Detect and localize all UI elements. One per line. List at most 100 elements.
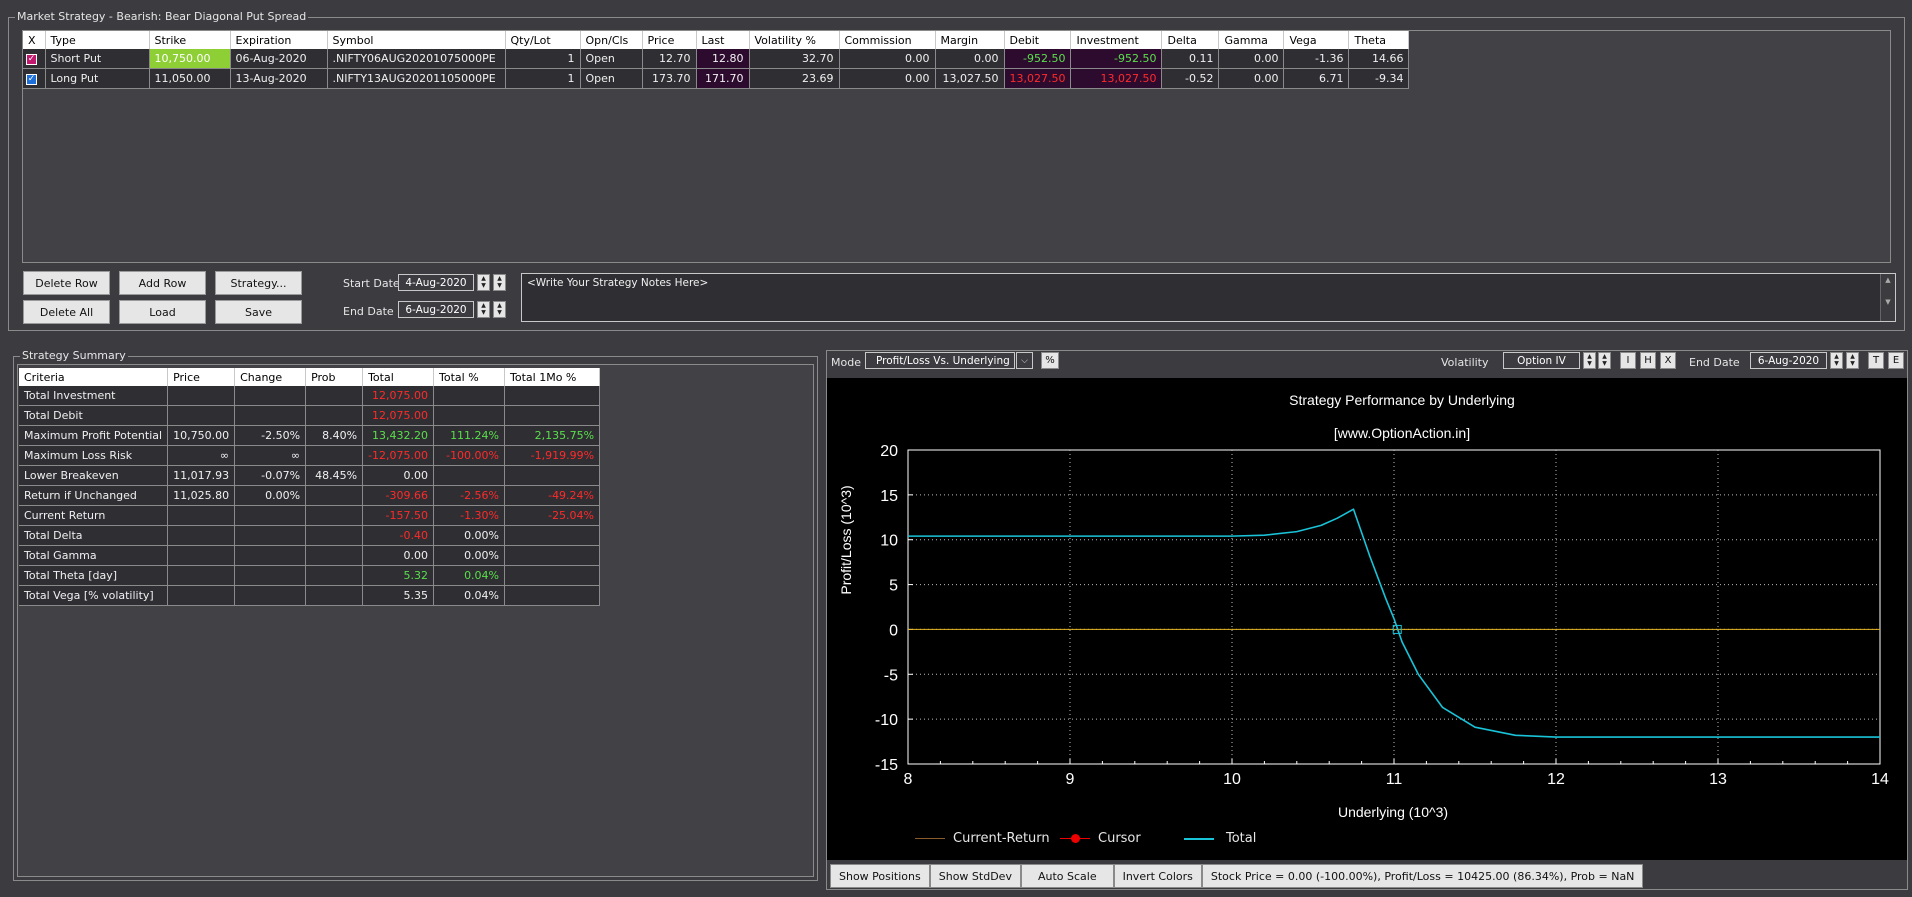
legs-cell[interactable]: 12.70 bbox=[642, 49, 697, 69]
legs-cell[interactable]: -952.50 bbox=[1004, 49, 1072, 69]
legs-col-header[interactable]: Delta bbox=[1161, 31, 1220, 49]
chart-end-date-field[interactable]: 6-Aug-2020 bbox=[1750, 352, 1827, 369]
legs-cell[interactable]: 13,027.50 bbox=[1004, 68, 1072, 89]
show-stddev-button[interactable]: Show StdDev bbox=[929, 864, 1021, 888]
legs-cell[interactable]: -1.36 bbox=[1283, 49, 1350, 69]
legs-cell[interactable]: 0.00 bbox=[935, 49, 1005, 69]
legs-cell[interactable]: 14.66 bbox=[1348, 49, 1410, 69]
add-row-button[interactable]: Add Row bbox=[119, 271, 206, 295]
start-date-field[interactable]: 4-Aug-2020 bbox=[398, 274, 474, 291]
legs-col-header[interactable]: Strike bbox=[149, 31, 231, 49]
legs-col-header[interactable]: Price bbox=[642, 31, 697, 49]
summary-col-header[interactable]: Prob bbox=[305, 368, 364, 386]
legs-col-header[interactable]: Margin bbox=[935, 31, 1005, 49]
legs-cell[interactable]: Short Put bbox=[45, 49, 150, 69]
leg-select-checkbox[interactable]: ✓ bbox=[23, 49, 46, 69]
legs-cell[interactable]: 1 bbox=[505, 68, 581, 89]
legs-col-header[interactable]: Opn/Cls bbox=[580, 31, 643, 49]
legs-cell[interactable]: -9.34 bbox=[1348, 68, 1410, 89]
volatility-i-button[interactable]: I bbox=[1620, 352, 1636, 369]
invert-colors-button[interactable]: Invert Colors bbox=[1113, 864, 1202, 888]
leg-select-checkbox[interactable]: ✓ bbox=[23, 68, 46, 89]
notes-scrollbar[interactable]: ▲ ▼ bbox=[1880, 274, 1895, 321]
legs-col-header[interactable]: Gamma bbox=[1218, 31, 1285, 49]
summary-col-header[interactable]: Total % bbox=[433, 368, 506, 386]
legs-col-header[interactable]: Debit bbox=[1004, 31, 1072, 49]
legs-cell[interactable]: Long Put bbox=[45, 68, 150, 89]
legs-cell[interactable]: 0.00 bbox=[839, 49, 936, 69]
summary-col-header[interactable]: Total bbox=[362, 368, 435, 386]
strategy-notes[interactable]: <Write Your Strategy Notes Here> ▲ ▼ bbox=[521, 273, 1896, 322]
volatility-h-button[interactable]: H bbox=[1640, 352, 1656, 369]
legs-cell[interactable]: -0.52 bbox=[1161, 68, 1220, 89]
legs-cell[interactable]: 23.69 bbox=[749, 68, 840, 89]
legs-col-header[interactable]: Vega bbox=[1283, 31, 1350, 49]
summary-col-header[interactable]: Criteria bbox=[19, 368, 169, 386]
summary-col-header[interactable]: Price bbox=[167, 368, 236, 386]
legs-cell[interactable]: 13-Aug-2020 bbox=[230, 68, 328, 89]
legs-cell[interactable]: 171.70 bbox=[696, 68, 750, 89]
legs-cell[interactable]: -952.50 bbox=[1070, 49, 1163, 69]
legs-row[interactable]: ✓ Short Put 10,750.00 06-Aug-2020 .NIFTY06AU… bbox=[23, 49, 1410, 69]
legs-cell[interactable]: 0.11 bbox=[1161, 49, 1220, 69]
show-positions-button[interactable]: Show Positions bbox=[830, 864, 930, 888]
legs-col-header[interactable]: Expiration bbox=[230, 31, 328, 49]
end-date-spinner[interactable]: ▲ ▼ bbox=[477, 301, 490, 318]
start-date-spinner[interactable]: ▲ ▼ bbox=[477, 274, 490, 291]
legs-col-header[interactable]: Qty/Lot bbox=[505, 31, 581, 49]
end-date-spinner-2[interactable]: ▲ ▼ bbox=[493, 301, 506, 318]
end-date-field[interactable]: 6-Aug-2020 bbox=[398, 301, 474, 318]
delete-row-button[interactable]: Delete Row bbox=[23, 271, 110, 295]
legs-cell[interactable]: Open bbox=[580, 68, 643, 89]
checkbox-check-icon[interactable]: ✓ bbox=[26, 73, 37, 85]
legs-cell[interactable]: 173.70 bbox=[642, 68, 697, 89]
legs-cell[interactable]: 0.00 bbox=[1218, 49, 1285, 69]
delete-all-button[interactable]: Delete All bbox=[23, 300, 110, 324]
legs-col-header[interactable]: X bbox=[23, 31, 46, 49]
legs-cell[interactable]: 0.00 bbox=[1218, 68, 1285, 89]
load-button[interactable]: Load bbox=[119, 300, 206, 324]
legs-cell[interactable]: 13,027.50 bbox=[1070, 68, 1163, 89]
legend-current-return-label: Current-Return bbox=[953, 831, 1050, 846]
summary-col-header[interactable]: Change bbox=[234, 368, 307, 386]
legs-col-header[interactable]: Theta bbox=[1348, 31, 1410, 49]
volatility-x-button[interactable]: X bbox=[1660, 352, 1676, 369]
start-date-spinner-2[interactable]: ▲ ▼ bbox=[493, 274, 506, 291]
legs-col-header[interactable]: Commission bbox=[839, 31, 936, 49]
volatility-field[interactable]: Option IV bbox=[1503, 352, 1580, 369]
legs-cell[interactable]: 32.70 bbox=[749, 49, 840, 69]
checkbox-check-icon[interactable]: ✓ bbox=[26, 53, 37, 65]
legs-col-header[interactable]: Investment bbox=[1070, 31, 1163, 49]
mode-select[interactable]: Profit/Loss Vs. Underlying bbox=[865, 352, 1015, 369]
percent-button[interactable]: % bbox=[1041, 352, 1059, 369]
legs-cell[interactable]: .NIFTY06AUG20201075000PE bbox=[327, 49, 506, 69]
legs-col-header[interactable]: Type bbox=[45, 31, 150, 49]
chart-e-button[interactable]: E bbox=[1888, 352, 1904, 369]
summary-cell: 5.35 bbox=[362, 585, 435, 606]
strategy-button[interactable]: Strategy... bbox=[215, 271, 302, 295]
chart-end-date-spinner-2[interactable]: ▲ ▼ bbox=[1846, 352, 1859, 369]
legs-row[interactable]: ✓ Long Put 11,050.00 13-Aug-2020 .NIFTY13AUG… bbox=[23, 68, 1410, 89]
summary-col-header[interactable]: Total 1Mo % bbox=[504, 368, 601, 386]
legs-cell[interactable]: 12.80 bbox=[696, 49, 750, 69]
legs-cell[interactable]: 13,027.50 bbox=[935, 68, 1005, 89]
chart-t-button[interactable]: T bbox=[1868, 352, 1884, 369]
legs-col-header[interactable]: Last bbox=[696, 31, 750, 49]
legs-cell[interactable]: 11,050.00 bbox=[149, 68, 231, 89]
legs-cell[interactable]: Open bbox=[580, 49, 643, 69]
legs-cell[interactable]: 1 bbox=[505, 49, 581, 69]
legs-col-header[interactable]: Volatility % bbox=[749, 31, 840, 49]
auto-scale-button[interactable]: Auto Scale bbox=[1020, 864, 1114, 888]
save-button[interactable]: Save bbox=[215, 300, 302, 324]
legs-cell[interactable]: 6.71 bbox=[1283, 68, 1350, 89]
legs-cell[interactable]: 0.00 bbox=[839, 68, 936, 89]
legs-cell[interactable]: 06-Aug-2020 bbox=[230, 49, 328, 69]
chart-end-date-spinner[interactable]: ▲ ▼ bbox=[1830, 352, 1843, 369]
performance-chart[interactable]: Strategy Performance by Underlying [www.… bbox=[827, 378, 1907, 860]
legs-cell[interactable]: .NIFTY13AUG20201105000PE bbox=[327, 68, 506, 89]
legs-col-header[interactable]: Symbol bbox=[327, 31, 506, 49]
volatility-spinner-2[interactable]: ▲ ▼ bbox=[1598, 352, 1611, 369]
volatility-spinner[interactable]: ▲ ▼ bbox=[1583, 352, 1596, 369]
mode-dropdown-button[interactable]: ⌵ bbox=[1016, 352, 1033, 369]
legs-cell[interactable]: 10,750.00 bbox=[149, 49, 231, 69]
